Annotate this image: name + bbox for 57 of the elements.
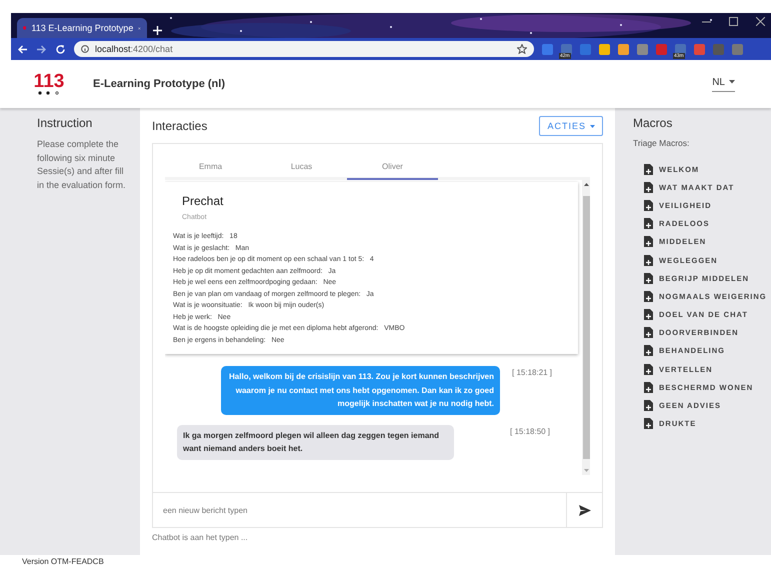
typing-status: Chatbot is aan het typen ... [152, 533, 249, 542]
down-arrow-icon[interactable] [584, 469, 588, 472]
scrollbar[interactable] [582, 180, 590, 475]
reload-icon[interactable] [55, 44, 66, 54]
url-text: localhost:4200/chat [95, 44, 173, 54]
address-bar[interactable]: localhost:4200/chat [74, 41, 534, 57]
panel-title: Instruction [37, 116, 94, 130]
add-file-icon [644, 290, 653, 302]
add-file-icon [644, 218, 653, 230]
up-arrow-icon[interactable] [584, 183, 588, 186]
add-file-icon [644, 200, 653, 211]
panel-title: Macros [633, 116, 674, 130]
dots-icon [38, 91, 60, 95]
prechat-title: Prechat [182, 194, 224, 208]
add-file-icon [644, 382, 653, 393]
add-file-icon [644, 254, 653, 266]
chat-tab[interactable]: Emma [165, 156, 256, 180]
extension-icon[interactable] [599, 44, 610, 54]
maximize-icon[interactable] [729, 17, 738, 26]
plus-icon[interactable] [153, 26, 162, 35]
message-time: [ 15:18:50 ] [510, 426, 550, 436]
add-file-icon [644, 364, 653, 375]
caret-icon [729, 80, 735, 84]
message-time: [ 15:18:21 ] [512, 367, 552, 377]
message-bubble: Hallo, welkom bij de crisislijn van 113. Zou je kort kunnen beschrijven waarom je nu contact met ons hebt opgenomen. Dan kan ik zo goed mogelijk inschatten wat je nu nodig hebt. [221, 366, 500, 414]
send-icon [578, 504, 590, 516]
chat-tab[interactable]: Oliver [347, 156, 438, 180]
panel-subtitle: Triage Macros: [633, 138, 690, 148]
add-file-icon [644, 164, 653, 175]
add-file-icon [644, 327, 653, 338]
info-icon [81, 45, 89, 53]
add-file-icon [644, 236, 653, 248]
forward-icon[interactable] [36, 44, 47, 54]
add-file-icon [644, 309, 653, 320]
back-icon[interactable] [17, 44, 28, 54]
extension-icon[interactable] [618, 44, 629, 54]
add-file-icon [644, 418, 653, 430]
chat-tab[interactable]: Lucas [256, 156, 347, 180]
add-file-icon [644, 400, 653, 412]
browser-tab[interactable]: 113 E-Learning Prototype [17, 18, 147, 38]
add-file-icon [644, 182, 653, 193]
instruction-text: Please complete the following six minute Sessie(s) and after fill in the evaluation form. [37, 138, 127, 192]
message-bubble: Ik ga morgen zelfmoord plegen wil alleen dag zeggen tegen iemand want niemand anders boeit het. [177, 424, 454, 460]
logo: 113 [34, 73, 64, 91]
shield-icon [23, 23, 26, 33]
add-file-icon [644, 345, 653, 356]
close-icon[interactable] [756, 17, 765, 26]
star-icon[interactable] [517, 44, 527, 54]
language-select[interactable]: NL [712, 76, 735, 92]
extension-icon[interactable] [694, 44, 705, 54]
caret-icon [590, 124, 595, 128]
app-title: E-Learning Prototype (nl) [93, 78, 226, 90]
extension-icon[interactable] [542, 44, 553, 54]
add-file-icon [644, 272, 653, 284]
extension-icon[interactable] [637, 44, 648, 54]
actions-button[interactable]: ACTIES [539, 116, 603, 136]
panel-title: Interacties [152, 119, 208, 133]
